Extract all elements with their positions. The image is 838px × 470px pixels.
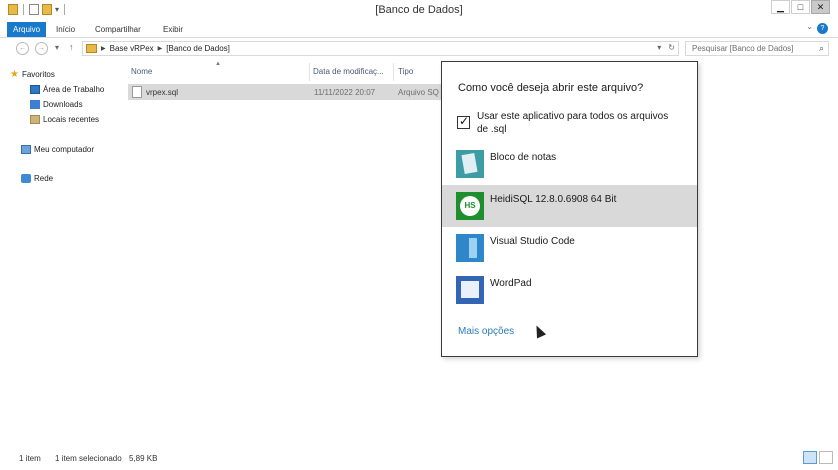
always-use-checkbox[interactable]: ✓ (457, 114, 470, 129)
checkmark-icon: ✓ (459, 114, 470, 128)
notepad-icon (456, 150, 484, 178)
app-option-notepad[interactable]: Bloco de notas (442, 143, 697, 185)
sidebar-item-label: Favoritos (21, 70, 55, 79)
downloads-icon (30, 100, 40, 109)
sort-ascending-icon: ▲ (215, 61, 221, 67)
breadcrumb-item[interactable]: Base vRPex (110, 44, 154, 53)
file-date: 11/11/2022 20:07 (314, 88, 376, 97)
app-label: HeidiSQL 12.8.0.6908 64 Bit (490, 194, 617, 205)
column-headers: ▲ Nome Data de modificaç... Tipo (118, 61, 448, 81)
ribbon-tabs: Arquivo Início Compartilhar Exibir ⌄ ? (0, 20, 838, 38)
selection-size: 5,89 KB (129, 454, 158, 463)
sidebar-item-computer[interactable]: Meu computador (21, 145, 94, 154)
app-option-vscode[interactable]: Visual Studio Code (442, 227, 697, 269)
chevron-right-icon[interactable]: ▶ (101, 45, 106, 52)
status-bar: 1 item 1 item selecionado 5,89 KB (0, 448, 838, 470)
sidebar-item-network[interactable]: Rede (21, 174, 53, 183)
dialog-title: Como você deseja abrir este arquivo? (458, 82, 644, 94)
item-count: 1 item (19, 454, 41, 463)
search-placeholder: Pesquisar [Banco de Dados] (692, 44, 794, 53)
app-label: Bloco de notas (490, 152, 557, 163)
tab-arquivo[interactable]: Arquivo (7, 22, 47, 37)
sidebar-item-label: Meu computador (34, 145, 95, 154)
expand-ribbon-icon[interactable]: ⌄ (806, 22, 813, 31)
network-icon (21, 174, 31, 183)
search-input[interactable]: Pesquisar [Banco de Dados] ⌕ (685, 41, 829, 56)
recent-places-icon (30, 115, 40, 124)
navigation-bar: ← → ▾ ↑ ▶ Base vRPex ▶ [Banco de Dados] … (0, 38, 838, 60)
sidebar-item-label: Rede (34, 174, 54, 183)
sidebar-item-label: Downloads (43, 100, 83, 109)
sidebar-item-label: Locais recentes (43, 115, 100, 124)
vscode-icon (456, 234, 484, 262)
open-with-dialog: Como você deseja abrir este arquivo? ✓ U… (441, 61, 698, 357)
app-label: Visual Studio Code (490, 236, 575, 247)
app-option-heidisql[interactable]: HS HeidiSQL 12.8.0.6908 64 Bit (442, 185, 697, 339)
app-label: WordPad (490, 278, 532, 289)
large-icons-view-icon[interactable] (819, 451, 833, 464)
recent-locations-icon[interactable]: ▾ (55, 43, 59, 52)
window-title: [Banco de Dados] (375, 4, 463, 16)
up-button[interactable]: ↑ (69, 42, 74, 52)
file-type: Arquivo SQ (398, 88, 439, 97)
selection-count: 1 item selecionado (55, 454, 122, 463)
search-icon[interactable]: ⌕ (819, 43, 824, 54)
heidisql-icon: HS (456, 192, 484, 220)
back-button[interactable]: ← (16, 42, 29, 55)
window-controls: ▁ □ ✕ (771, 0, 830, 14)
close-button[interactable]: ✕ (811, 0, 830, 14)
column-divider[interactable] (393, 63, 394, 81)
star-icon: ★ (10, 69, 19, 80)
sidebar-item-desktop[interactable]: Área de Trabalho (30, 85, 104, 94)
title-bar: ▾ [Banco de Dados] ▁ □ ✕ (0, 0, 838, 20)
sidebar-item-downloads[interactable]: Downloads (30, 100, 83, 109)
address-dropdown-icon[interactable]: ▾ (657, 43, 661, 52)
sidebar-item-favoritos[interactable]: ★ Favoritos (10, 69, 55, 80)
breadcrumb-item[interactable]: [Banco de Dados] (166, 44, 230, 53)
mouse-cursor-icon (531, 323, 547, 339)
column-divider[interactable] (309, 63, 310, 81)
file-row[interactable]: vrpex.sql 11/11/2022 20:07 Arquivo SQ (128, 84, 448, 100)
navigation-pane: ★ Favoritos Área de Trabalho Downloads L… (0, 63, 118, 448)
computer-icon (21, 145, 31, 154)
tab-compartilhar[interactable]: Compartilhar (95, 22, 141, 37)
wordpad-icon (456, 276, 484, 304)
desktop-icon (30, 85, 40, 94)
minimize-button[interactable]: ▁ (771, 0, 790, 14)
heidisql-logo-text: HS (460, 196, 480, 216)
tab-inicio[interactable]: Início (56, 22, 75, 37)
sidebar-item-label: Área de Trabalho (43, 85, 105, 94)
address-bar[interactable]: ▶ Base vRPex ▶ [Banco de Dados] ▾ ↻ (82, 41, 679, 56)
details-view-icon[interactable] (803, 451, 817, 464)
app-option-wordpad[interactable]: WordPad (442, 269, 697, 311)
column-header-name[interactable]: Nome (131, 67, 152, 76)
tab-exibir[interactable]: Exibir (163, 22, 183, 37)
more-options-link[interactable]: Mais opções (458, 326, 514, 337)
refresh-icon[interactable]: ↻ (668, 43, 675, 52)
chevron-right-icon[interactable]: ▶ (158, 45, 163, 52)
help-icon[interactable]: ? (817, 23, 828, 34)
sidebar-item-recent[interactable]: Locais recentes (30, 115, 99, 124)
folder-icon (86, 44, 97, 53)
always-use-label: Usar este aplicativo para todos os arqui… (477, 111, 669, 135)
column-header-date[interactable]: Data de modificaç... (313, 67, 384, 76)
forward-button[interactable]: → (35, 42, 48, 55)
maximize-button[interactable]: □ (791, 0, 810, 14)
always-use-option[interactable]: ✓ Usar este aplicativo para todos os arq… (457, 109, 687, 139)
sql-file-icon (132, 86, 142, 98)
file-name: vrpex.sql (146, 88, 179, 97)
column-header-type[interactable]: Tipo (398, 67, 413, 76)
